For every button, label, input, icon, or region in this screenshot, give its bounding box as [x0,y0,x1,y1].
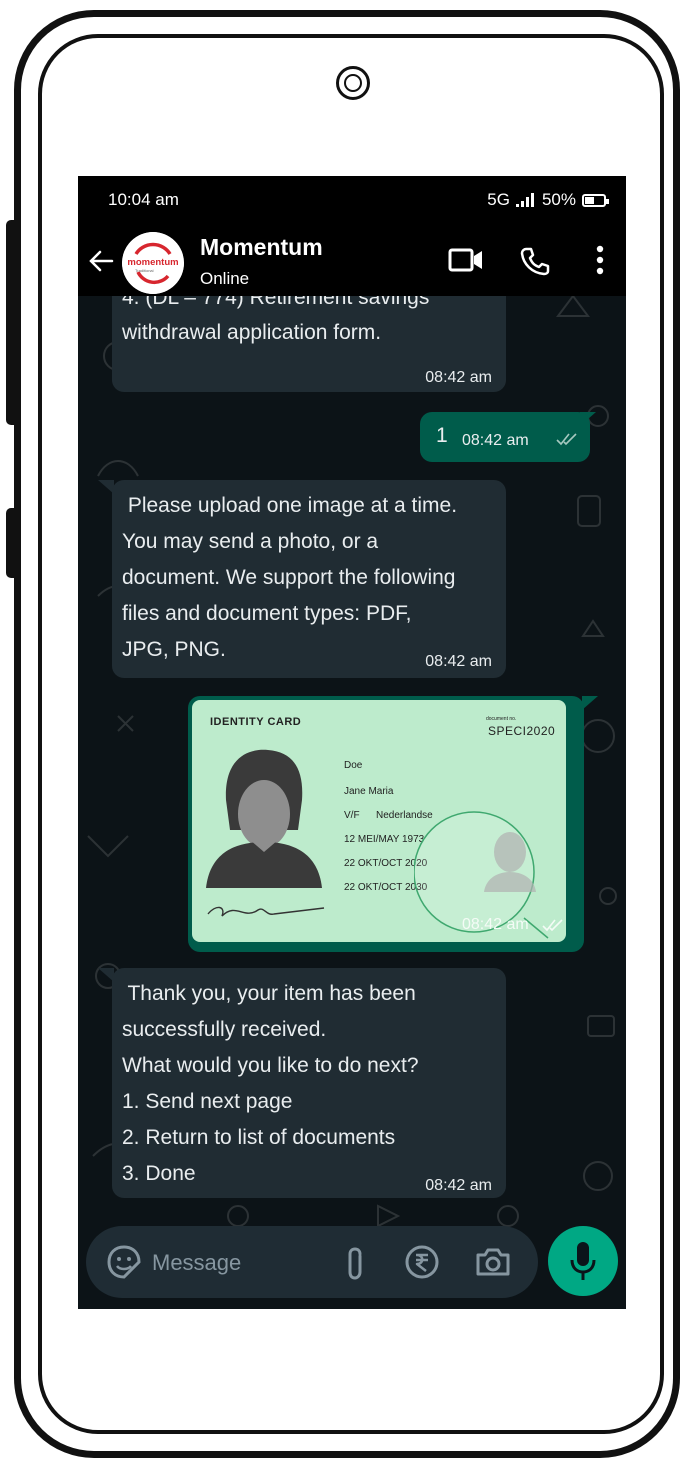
message-text: 1. Send next page [122,1090,293,1113]
id-given-names: Jane Maria [344,786,394,797]
id-docno-label: document no. [486,716,517,722]
incoming-message[interactable]: 4. (DL – 774) Retirement savings withdra… [112,296,506,392]
rupee-icon[interactable] [404,1244,440,1280]
message-time: 08:42 am [462,916,529,933]
id-card-title: IDENTITY CARD [210,716,302,728]
message-text: 4. (DL – 774) Retirement savings [122,296,430,309]
more-vert-icon[interactable] [593,244,607,276]
phone-icon[interactable] [520,246,550,276]
message-input-bar[interactable]: Message [86,1226,538,1298]
message-time: 08:42 am [462,432,529,449]
bubble-tail [582,696,598,710]
message-text: Thank you, your item has been [122,982,416,1005]
microphone-icon [570,1242,596,1280]
battery-icon [582,193,609,207]
message-text: JPG, PNG. [122,638,226,661]
camera-icon[interactable] [474,1246,512,1278]
id-birth-date: 12 MEI/MAY 1973 [344,834,425,845]
message-text: What would you like to do next? [122,1054,419,1077]
paperclip-icon[interactable] [344,1246,368,1282]
message-text: withdrawal application form. [122,321,382,344]
svg-text:momentum: momentum [127,257,178,268]
signal-icon [515,193,534,207]
svg-text:Traditional: Traditional [135,268,154,273]
id-sex: V/F [344,810,360,821]
chat-area[interactable]: 4. (DL – 774) Retirement savings withdra… [78,296,626,1226]
contact-status: Online [200,269,250,288]
id-surname: Doe [344,760,363,771]
video-call-icon[interactable] [448,246,484,274]
message-text: files and document types: PDF, [122,602,412,625]
incoming-message[interactable]: Please upload one image at a time. You m… [112,480,506,678]
arrow-left-icon[interactable] [88,248,114,274]
read-receipt-icon [556,433,577,446]
incoming-message[interactable]: Thank you, your item has been successful… [112,968,506,1198]
message-text: 2. Return to list of documents [122,1126,396,1149]
id-card-image[interactable]: IDENTITY CARD document no. SPECI2020 Doe… [192,700,566,942]
message-text: 3. Done [122,1162,196,1185]
message-time: 08:42 am [425,1177,492,1194]
status-indicators: 5G 50% [487,190,609,210]
battery-label: 50% [541,190,576,209]
message-time: 08:42 am [425,653,492,670]
mic-button[interactable] [548,1226,618,1296]
front-camera [336,66,370,100]
chat-header: momentum Traditional Momentum Online [78,226,626,296]
sticker-icon[interactable] [106,1244,142,1280]
phone-screen: 10:04 am 5G 50% momentum Traditional Mom… [78,176,626,1309]
portrait-photo [206,749,322,888]
avatar[interactable]: momentum Traditional [122,232,184,294]
network-label: 5G [487,190,510,209]
outgoing-message[interactable]: 1 08:42 am [420,412,590,462]
id-docno: SPECI2020 [488,724,556,738]
status-bar: 10:04 am 5G 50% [78,176,626,226]
message-text: Please upload one image at a time. [122,494,458,517]
message-text: successfully received. [122,1018,327,1041]
outgoing-image-message[interactable]: IDENTITY CARD document no. SPECI2020 Doe… [188,696,584,952]
status-time: 10:04 am [108,190,179,209]
contact-name[interactable]: Momentum [200,234,323,261]
message-time: 08:42 am [425,369,492,386]
momentum-logo: momentum Traditional [122,232,184,294]
read-receipt-icon [542,919,563,932]
message-text: 1 [436,424,448,447]
message-text: You may send a photo, or a [122,530,379,553]
message-input[interactable]: Message [152,1250,241,1276]
signature [207,906,325,917]
message-text: document. We support the following [122,566,456,589]
